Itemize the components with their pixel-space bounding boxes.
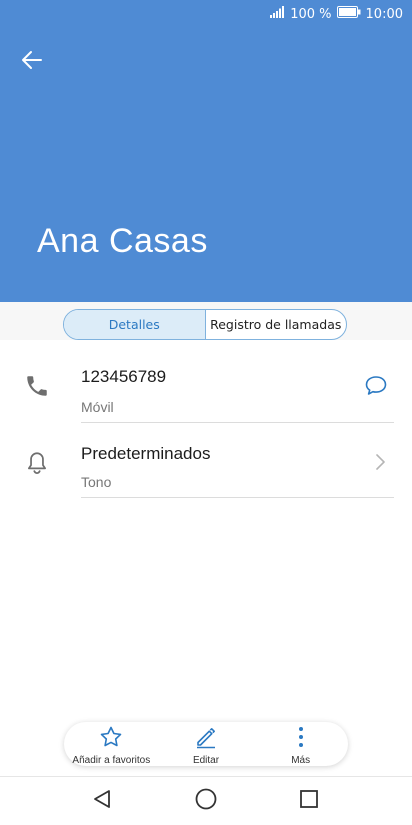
ringtone-label: Tono <box>81 474 112 490</box>
tab-details[interactable]: Detalles <box>64 310 206 339</box>
phone-icon <box>24 373 50 399</box>
pencil-icon <box>194 725 218 753</box>
clock: 10:00 <box>365 6 403 22</box>
battery-icon <box>336 6 361 22</box>
nav-recents-button[interactable] <box>295 787 323 815</box>
square-recents-icon <box>298 788 320 814</box>
status-bar: 100 % 10:00 <box>0 0 412 28</box>
ringtone-value: Predeterminados <box>81 444 211 463</box>
phone-row[interactable]: 123456789 Móvil <box>0 345 412 423</box>
more-button[interactable]: Más <box>253 722 348 766</box>
chevron-right-icon <box>374 453 386 475</box>
ringtone-row[interactable]: Predeterminados Tono <box>0 423 412 498</box>
phone-number: 123456789 <box>81 367 167 386</box>
contact-header: 100 % 10:00 Ana Casas <box>0 0 412 302</box>
nav-home-button[interactable] <box>192 787 220 815</box>
phone-type: Móvil <box>81 399 114 415</box>
star-icon <box>99 725 123 753</box>
circle-home-icon <box>194 787 218 815</box>
bell-icon <box>24 450 50 476</box>
tabs-container: Detalles Registro de llamadas <box>0 302 412 340</box>
battery-percent: 100 % <box>290 6 332 22</box>
edit-label: Editar <box>192 755 220 766</box>
system-nav-bar <box>0 776 412 825</box>
add-favorite-button[interactable]: Añadir a favoritos <box>64 722 159 766</box>
back-button[interactable] <box>18 48 46 76</box>
bottom-action-bar: Añadir a favoritos Editar Más <box>64 722 348 766</box>
triangle-back-icon <box>91 788 113 814</box>
nav-back-button[interactable] <box>88 787 116 815</box>
tab-call-log[interactable]: Registro de llamadas <box>206 310 347 339</box>
arrow-left-icon <box>20 48 44 76</box>
contact-name: Ana Casas <box>37 222 208 260</box>
segmented-tabs: Detalles Registro de llamadas <box>63 309 347 340</box>
signal-icon <box>270 6 285 22</box>
more-label: Más <box>291 755 311 766</box>
add-favorite-label: Añadir a favoritos <box>72 755 151 766</box>
message-icon[interactable] <box>364 375 388 401</box>
more-vertical-icon <box>289 725 313 753</box>
divider <box>81 497 394 498</box>
edit-button[interactable]: Editar <box>159 722 254 766</box>
